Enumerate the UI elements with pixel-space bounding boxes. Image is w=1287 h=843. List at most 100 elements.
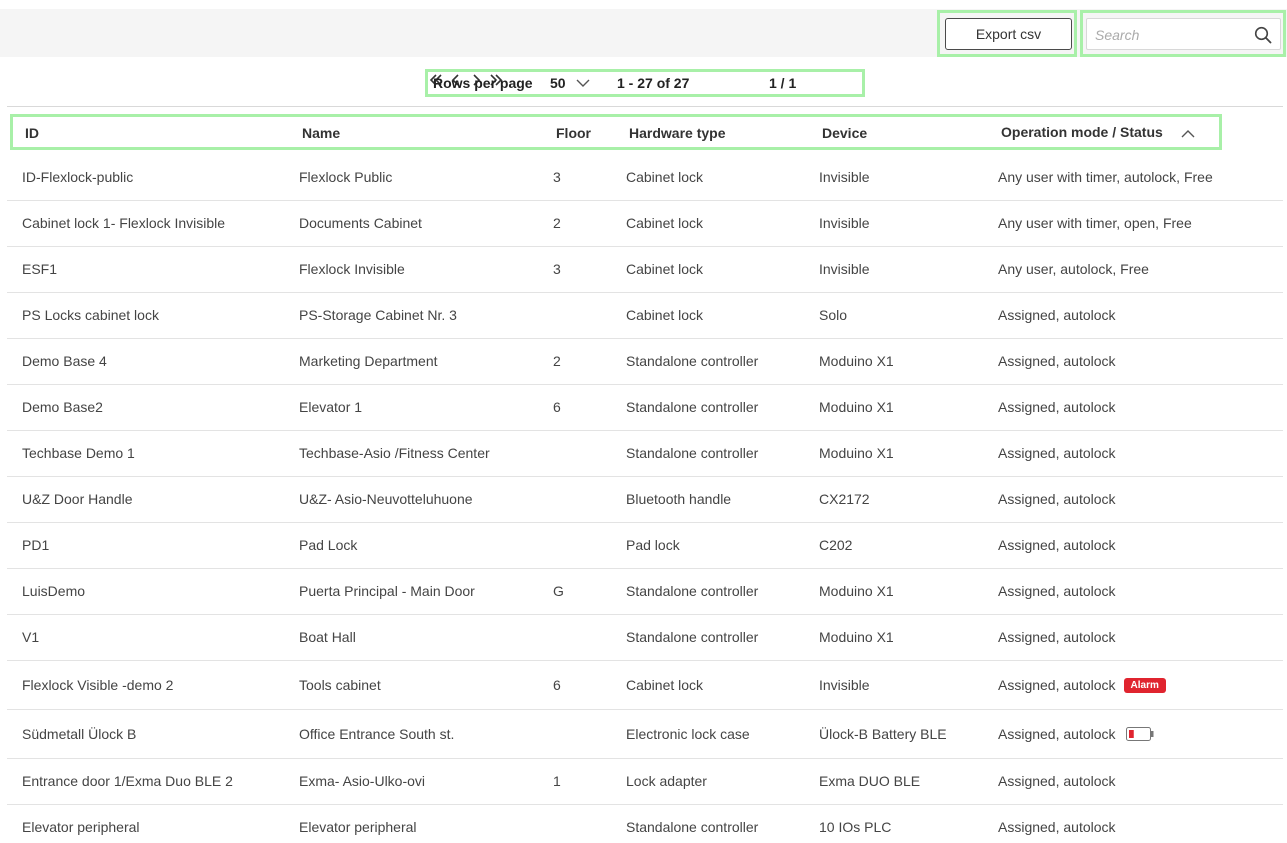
- cell-name: Pad Lock: [299, 523, 357, 568]
- cell-hardware-type: Cabinet lock: [626, 661, 703, 709]
- cell-id-text: Cabinet lock 1- Flexlock Invisible: [22, 215, 226, 231]
- table-panel: Rows per page 50 1 - 27 of 27 1 / 1 ID N…: [7, 57, 1283, 843]
- cell-hardware-type: Cabinet lock: [626, 155, 703, 200]
- cell-name: Documents Cabinet: [299, 201, 422, 246]
- table-row[interactable]: Techbase Demo 1 Techbase-Asio /Fitness Ce…: [7, 431, 1283, 477]
- cell-status-text: Assigned, autolock: [998, 537, 1116, 553]
- cell-hardware-type: Standalone controller: [626, 339, 758, 384]
- column-header-floor[interactable]: Floor: [556, 125, 591, 141]
- cell-status-text: Assigned, autolock: [998, 677, 1116, 693]
- export-csv-button[interactable]: Export csv: [945, 18, 1072, 50]
- rows-per-page-select[interactable]: 50: [550, 75, 566, 91]
- cell-status-text: Assigned, autolock: [998, 491, 1116, 507]
- cell-device: CX2172: [819, 477, 870, 522]
- table-row[interactable]: PD1 Pad Lock Pad lock C202 Assigned, autoloc…: [7, 523, 1283, 569]
- cell-status: Assigned, autolock: [998, 293, 1116, 338]
- cell-device: Invisible: [819, 661, 870, 709]
- cell-id-text: LuisDemo: [22, 583, 86, 599]
- cell-status: Assigned, autolock: [998, 477, 1116, 522]
- cell-device: C202: [819, 523, 852, 568]
- cell-floor: 1: [553, 759, 561, 804]
- cell-name: Elevator peripheral: [299, 805, 417, 843]
- cell-name: Office Entrance South st.: [299, 710, 454, 758]
- cell-status-text: Assigned, autolock: [998, 353, 1116, 369]
- cell-name-text: Pad Lock: [299, 537, 358, 553]
- search-icon[interactable]: [1254, 26, 1272, 44]
- column-header-name[interactable]: Name: [302, 125, 340, 141]
- cell-name-text: Documents Cabinet: [299, 215, 422, 231]
- search-input[interactable]: [1095, 25, 1245, 45]
- chevron-up-icon[interactable]: [1181, 129, 1195, 139]
- chevron-down-icon[interactable]: [576, 78, 590, 88]
- cell-name-text: Boat Hall: [299, 629, 356, 645]
- table-row[interactable]: Flexlock Visible -demo 2 Tools cabinet 6 Ca…: [7, 661, 1283, 710]
- cell-id: ESF1: [22, 247, 57, 292]
- cell-status: Assigned, autolock: [998, 339, 1116, 384]
- cell-device: Invisible: [819, 201, 870, 246]
- table-row[interactable]: Entrance door 1/Exma Duo BLE 2 Exma- Asio…: [7, 759, 1283, 805]
- cell-floor-text: G: [553, 583, 564, 599]
- cell-id-text: V1: [22, 629, 40, 645]
- cell-hardware-type-text: Bluetooth handle: [626, 491, 732, 507]
- cell-device: Moduino X1: [819, 569, 894, 614]
- column-header-status[interactable]: Operation mode / Status: [1001, 124, 1163, 140]
- cell-status-text: Assigned, autolock: [998, 773, 1116, 789]
- cell-status-text: Assigned, autolock: [998, 819, 1116, 835]
- cell-status-text: Assigned, autolock: [998, 307, 1116, 323]
- cell-hardware-type: Standalone controller: [626, 615, 758, 660]
- cell-name: U&Z- Asio-Neuvotteluhuone: [299, 477, 473, 522]
- table-row[interactable]: ID-Flexlock-public Flexlock Public 3 Cabine…: [7, 155, 1283, 201]
- search-highlight: [1080, 10, 1286, 57]
- cell-device-text: Invisible: [819, 261, 870, 277]
- table-row[interactable]: LuisDemo Puerta Principal - Main Door G Sta…: [7, 569, 1283, 615]
- cell-id: Entrance door 1/Exma Duo BLE 2: [22, 759, 233, 804]
- table-row[interactable]: V1 Boat Hall Standalone controller Moduino …: [7, 615, 1283, 661]
- table-row[interactable]: ESF1 Flexlock Invisible 3 Cabinet lock Invis…: [7, 247, 1283, 293]
- cell-floor: 3: [553, 155, 561, 200]
- cell-status-text: Assigned, autolock: [998, 399, 1116, 415]
- cell-name: Marketing Department: [299, 339, 438, 384]
- cell-id: U&Z Door Handle: [22, 477, 133, 522]
- search-box: [1086, 18, 1281, 50]
- column-header-device[interactable]: Device: [822, 125, 867, 141]
- table-row[interactable]: Demo Base2 Elevator 1 6 Standalone controll…: [7, 385, 1283, 431]
- cell-id: Demo Base2: [22, 385, 103, 430]
- cell-hardware-type: Standalone controller: [626, 385, 758, 430]
- cell-id-text: Demo Base2: [22, 399, 103, 415]
- cell-id: Elevator peripheral: [22, 805, 140, 843]
- alarm-badge: Alarm: [1123, 677, 1166, 693]
- table-row[interactable]: PS Locks cabinet lock PS-Storage Cabinet …: [7, 293, 1283, 339]
- cell-name-text: Elevator 1: [299, 399, 363, 415]
- column-header-hardware-type[interactable]: Hardware type: [629, 125, 725, 141]
- cell-hardware-type-text: Cabinet lock: [626, 307, 704, 323]
- cell-floor-text: 2: [553, 353, 561, 369]
- cell-hardware-type-text: Standalone controller: [626, 353, 759, 369]
- cell-device-text: Moduino X1: [819, 399, 894, 415]
- cell-id: ID-Flexlock-public: [22, 155, 133, 200]
- table-row[interactable]: U&Z Door Handle U&Z- Asio-Neuvotteluhuone…: [7, 477, 1283, 523]
- cell-name-text: U&Z- Asio-Neuvotteluhuone: [299, 491, 473, 507]
- cell-hardware-type-text: Lock adapter: [626, 773, 707, 789]
- cell-device: Solo: [819, 293, 847, 338]
- cell-status-text: Assigned, autolock: [998, 445, 1116, 461]
- cell-id-text: PS Locks cabinet lock: [22, 307, 159, 323]
- table-row[interactable]: Elevator peripheral Elevator peripheral St…: [7, 805, 1283, 843]
- cell-id-text: ID-Flexlock-public: [22, 169, 134, 185]
- pagination-range: 1 - 27 of 27: [617, 75, 690, 91]
- table-row[interactable]: Demo Base 4 Marketing Department 2 Standalo…: [7, 339, 1283, 385]
- cell-status-text: Any user with timer, autolock, Free: [998, 169, 1213, 185]
- cell-floor: G: [553, 569, 564, 614]
- table-row[interactable]: Cabinet lock 1- Flexlock Invisible Docume…: [7, 201, 1283, 247]
- cell-hardware-type: Cabinet lock: [626, 247, 703, 292]
- cell-hardware-type-text: Standalone controller: [626, 819, 759, 835]
- column-header-id[interactable]: ID: [25, 125, 39, 141]
- table-row[interactable]: Südmetall Ülock B Office Entrance South s…: [7, 710, 1283, 759]
- cell-status: Any user with timer, open, Free: [998, 201, 1192, 246]
- cell-floor-text: 1: [553, 773, 561, 789]
- cell-status: Any user, autolock, Free: [998, 247, 1149, 292]
- cell-id-text: ESF1: [22, 261, 58, 277]
- cell-id: V1: [22, 615, 39, 660]
- cell-name: Tools cabinet: [299, 661, 381, 709]
- cell-id: Demo Base 4: [22, 339, 107, 384]
- cell-floor-text: 3: [553, 261, 561, 277]
